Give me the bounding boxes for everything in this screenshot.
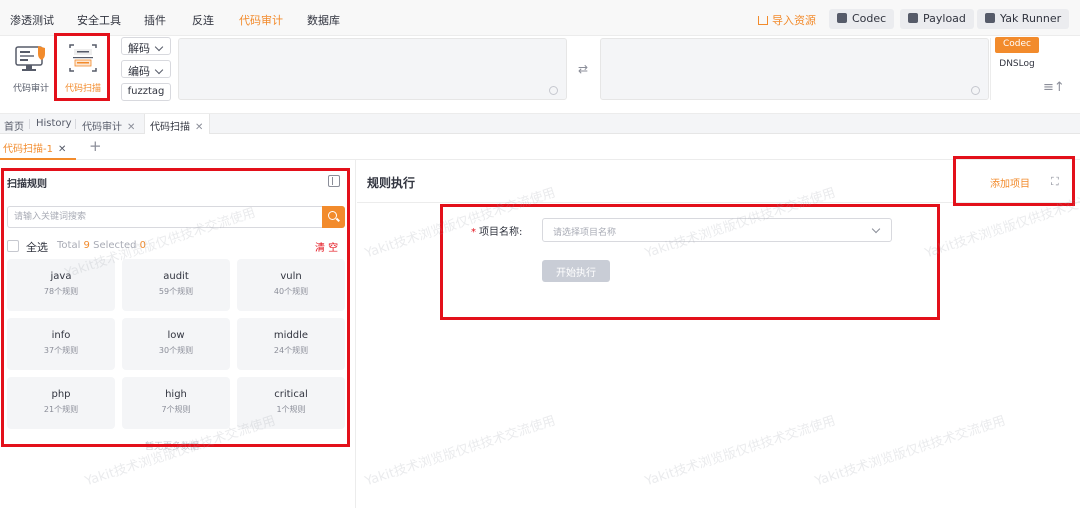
- annotation-highlight-code-scan: [54, 33, 110, 101]
- chevron-down-icon: [154, 42, 164, 52]
- divider: [75, 119, 76, 129]
- codec-label: Codec: [852, 12, 887, 25]
- menu-database[interactable]: 数据库: [307, 12, 340, 28]
- watermark: Yakit技术浏览版仅供技术交流使用: [363, 413, 558, 490]
- payload-label: Payload: [923, 12, 966, 25]
- decode-label: 解码: [128, 42, 150, 55]
- payload-icon: [908, 13, 918, 23]
- add-tab-icon[interactable]: +: [89, 137, 102, 155]
- close-icon[interactable]: ✕: [58, 144, 66, 155]
- tab-code-audit[interactable]: 代码审计 ✕: [82, 118, 135, 133]
- encode-dropdown[interactable]: 编码: [121, 60, 171, 78]
- watermark: Yakit技术浏览版仅供技术交流使用: [643, 413, 838, 490]
- monitor-code-icon: [15, 46, 45, 71]
- tab-home[interactable]: 首页: [4, 118, 24, 133]
- divider: [29, 119, 30, 129]
- encode-label: 编码: [128, 65, 150, 78]
- import-icon: [758, 16, 768, 25]
- side-tab-codec[interactable]: Codec: [995, 37, 1039, 53]
- top-menu-bar: 渗透测试 安全工具 插件 反连 代码审计 数据库 导入资源 Codec Payl…: [0, 0, 1080, 36]
- tab-history[interactable]: History: [36, 118, 72, 129]
- yak-runner-label: Yak Runner: [1000, 12, 1062, 25]
- sort-icon[interactable]: ≡↑: [1043, 80, 1065, 95]
- import-label: 导入资源: [772, 14, 816, 27]
- codec-button[interactable]: Codec: [829, 9, 895, 29]
- toolbar: 代码审计 代码扫描 解码 编码 fuzztag ⇄ Codec DNSLog ≡…: [0, 33, 1080, 114]
- menu-pentest[interactable]: 渗透测试: [10, 12, 54, 28]
- code-audit-label: 代码审计: [12, 84, 49, 94]
- subtab-code-scan-1[interactable]: 代码扫描-1 ✕: [3, 140, 66, 155]
- side-tab-dnslog[interactable]: DNSLog: [995, 57, 1039, 73]
- sub-tabs: 代码扫描-1 ✕ +: [0, 134, 1080, 160]
- tab-code-scan[interactable]: 代码扫描 ✕: [144, 114, 211, 134]
- copy-icon[interactable]: [549, 86, 558, 95]
- terminal-icon: [985, 13, 995, 23]
- payload-button[interactable]: Payload: [900, 9, 974, 29]
- tab-label: 代码扫描: [150, 122, 190, 133]
- annotation-highlight-exec-form: [440, 204, 940, 320]
- watermark: Yakit技术浏览版仅供技术交流使用: [813, 413, 1008, 490]
- menu-plugins[interactable]: 插件: [144, 12, 166, 28]
- close-icon[interactable]: ✕: [127, 122, 135, 133]
- import-resource-button[interactable]: 导入资源: [758, 12, 816, 28]
- code-audit-tool[interactable]: 代码审计: [7, 44, 55, 94]
- close-icon[interactable]: ✕: [195, 122, 203, 133]
- fuzztag-button[interactable]: fuzztag: [121, 83, 171, 101]
- codec-icon: [837, 13, 847, 23]
- tab-label: 代码审计: [82, 122, 122, 133]
- annotation-highlight-add-project: [953, 156, 1075, 206]
- chevron-down-icon: [154, 65, 164, 75]
- menu-security-tools[interactable]: 安全工具: [77, 12, 121, 28]
- copy-icon[interactable]: [971, 86, 980, 95]
- input-editor[interactable]: [178, 38, 567, 100]
- page-tabs: 首页 History 代码审计 ✕ 代码扫描 ✕: [0, 114, 1080, 134]
- output-editor[interactable]: [600, 38, 989, 100]
- annotation-highlight-rules-panel: [1, 168, 350, 447]
- decode-dropdown[interactable]: 解码: [121, 37, 171, 55]
- menu-code-audit[interactable]: 代码审计: [239, 12, 283, 28]
- swap-icon[interactable]: ⇄: [578, 62, 588, 76]
- menu-reverse[interactable]: 反连: [192, 12, 214, 28]
- exec-panel-title: 规则执行: [367, 176, 416, 190]
- subtab-label: 代码扫描-1: [3, 144, 53, 155]
- divider: [990, 38, 991, 100]
- yak-runner-button[interactable]: Yak Runner: [977, 9, 1070, 29]
